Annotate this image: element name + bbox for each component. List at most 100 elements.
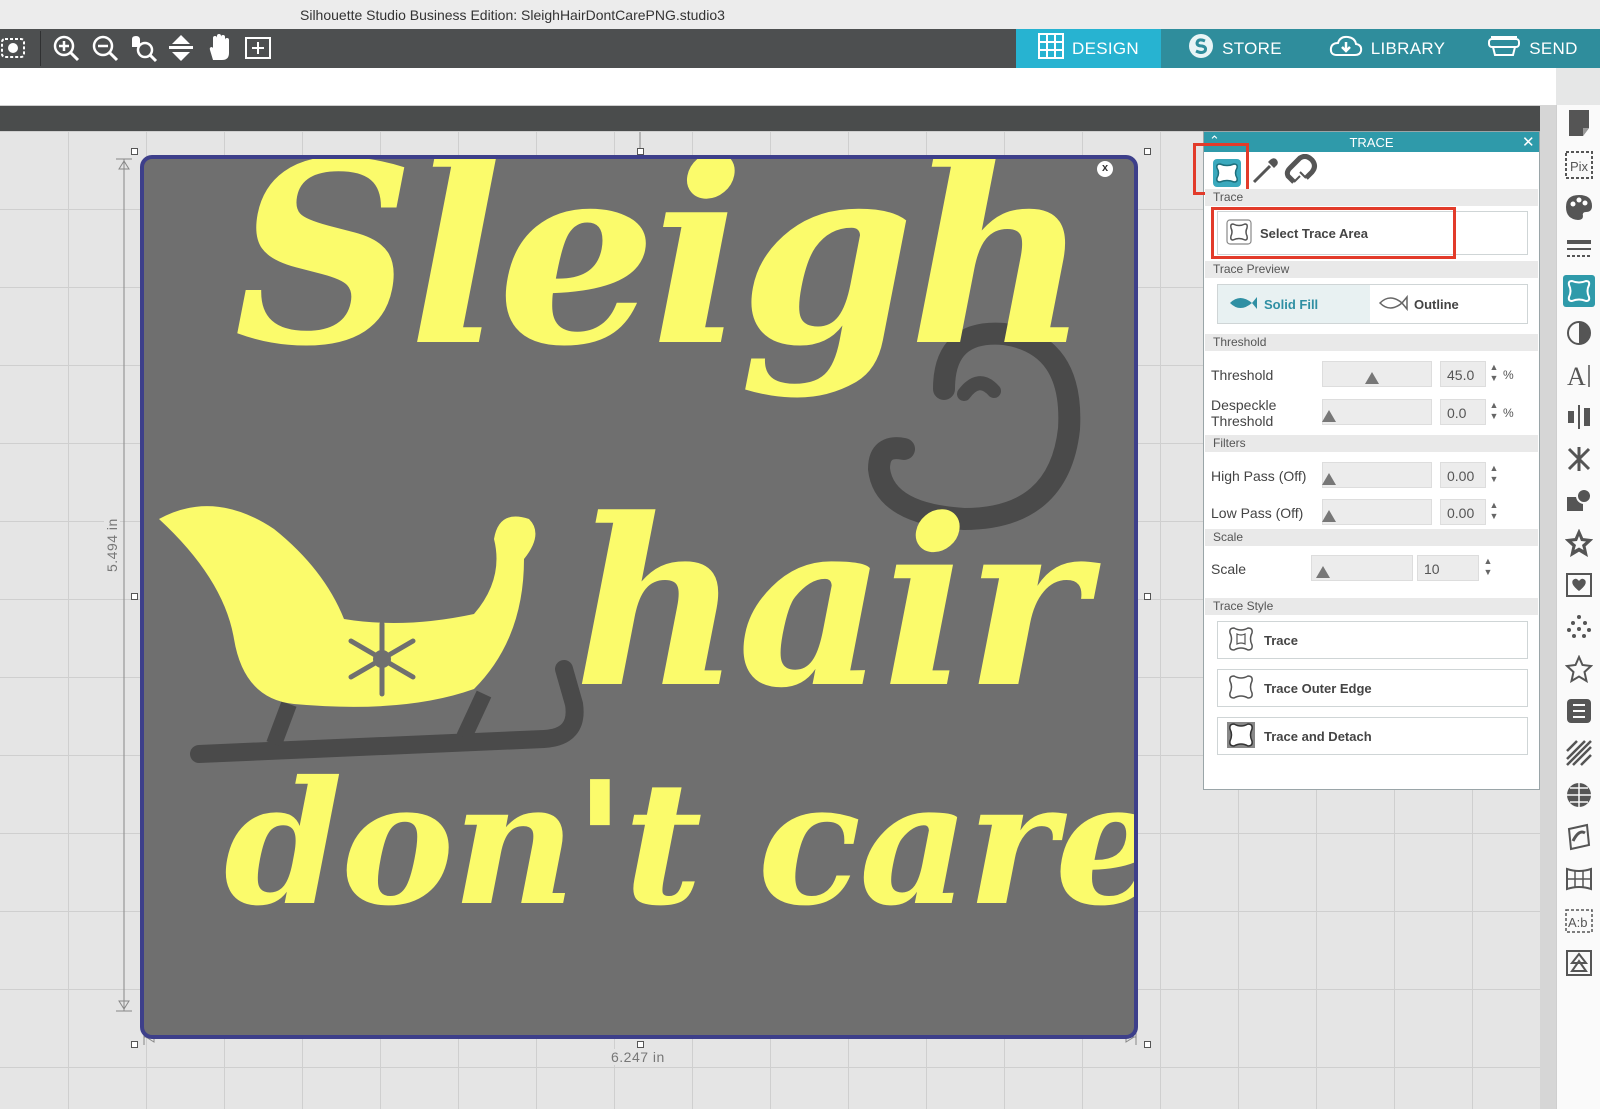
lettering-hair: hair: [574, 469, 1087, 739]
star-outline-icon[interactable]: [1563, 653, 1595, 685]
high-pass-label: High Pass (Off): [1211, 468, 1307, 484]
high-pass-slider-thumb[interactable]: [1322, 473, 1336, 485]
scale-slider[interactable]: [1311, 555, 1413, 581]
fish-outline-icon: [1378, 294, 1408, 315]
high-pass-stepper[interactable]: ▲ ▼: [1489, 463, 1499, 487]
print-cut-icon[interactable]: [1563, 821, 1595, 853]
trace-outer-edge-button[interactable]: Trace Outer Edge: [1217, 669, 1528, 707]
sketch-dots-icon[interactable]: [1563, 611, 1595, 643]
trace-and-detach-label: Trace and Detach: [1264, 728, 1372, 744]
resize-handle-right[interactable]: [1144, 593, 1151, 600]
tab-design[interactable]: DESIGN: [1016, 29, 1161, 68]
trace-outer-edge-icon: [1226, 673, 1256, 704]
library-heart-icon[interactable]: [1563, 569, 1595, 601]
window-title: Silhouette Studio Business Edition: Slei…: [300, 7, 725, 23]
close-panel-icon[interactable]: ✕: [1522, 133, 1535, 151]
scale-value-field[interactable]: 10: [1417, 555, 1479, 581]
despeckle-slider[interactable]: [1322, 399, 1432, 425]
text-style-icon[interactable]: A: [1563, 359, 1595, 391]
right-tool-panel: Pix A A:b: [1556, 105, 1600, 1109]
outline-option[interactable]: Outline: [1370, 285, 1527, 323]
trace-and-detach-button[interactable]: Trace and Detach: [1217, 717, 1528, 755]
despeckle-slider-thumb[interactable]: [1322, 410, 1336, 422]
trace-label: Trace: [1264, 632, 1298, 648]
modify-icon[interactable]: [1563, 485, 1595, 517]
nesting-icon[interactable]: [1563, 863, 1595, 895]
low-pass-slider[interactable]: [1322, 499, 1432, 525]
tab-store-label: STORE: [1222, 38, 1282, 58]
offset-star-icon[interactable]: [1563, 527, 1595, 559]
resize-handle-bl[interactable]: [131, 1041, 138, 1048]
resize-handle-top[interactable]: [637, 148, 644, 155]
select-mode-icon[interactable]: [0, 33, 30, 63]
tab-library[interactable]: LIBRARY: [1309, 29, 1465, 68]
resize-handle-left[interactable]: [131, 593, 138, 600]
resize-handle-bottom[interactable]: [637, 1041, 644, 1048]
trace-panel-icon[interactable]: [1563, 275, 1595, 307]
high-pass-slider[interactable]: [1322, 462, 1432, 488]
low-pass-label: Low Pass (Off): [1211, 505, 1304, 521]
section-threshold: Threshold: [1205, 334, 1538, 351]
resize-handle-br[interactable]: [1144, 1041, 1151, 1048]
despeckle-value-field[interactable]: 0.0: [1440, 399, 1486, 425]
top-toolbar: DESIGN STORE LIBRARY SEND: [0, 29, 1600, 68]
resize-handle-tl[interactable]: [131, 148, 138, 155]
trace-panel: ⌃ TRACE ✕ Trace Select Trace Area Trace …: [1193, 131, 1540, 790]
hatch-fill-icon[interactable]: [1563, 737, 1595, 769]
page-setup-icon[interactable]: [1563, 107, 1595, 139]
scale-slider-thumb[interactable]: [1316, 566, 1330, 578]
store-logo-icon: [1188, 33, 1214, 64]
fit-to-page-icon[interactable]: [166, 33, 196, 63]
despeckle-stepper[interactable]: ▲ ▼: [1489, 400, 1499, 424]
replicate-icon[interactable]: [1563, 443, 1595, 475]
delete-object-button[interactable]: x: [1097, 161, 1113, 177]
ruler-strip: [0, 106, 1556, 131]
pixscan-icon[interactable]: Pix: [1563, 149, 1595, 181]
align-icon[interactable]: [1563, 401, 1595, 433]
vertical-scrollbar[interactable]: [1540, 105, 1556, 1109]
zoom-in-icon[interactable]: [51, 33, 81, 63]
solid-fill-option[interactable]: Solid Fill: [1218, 285, 1370, 323]
high-pass-value-field[interactable]: 0.00: [1440, 462, 1486, 488]
scale-label: Scale: [1211, 561, 1247, 577]
fill-palette-icon[interactable]: [1563, 191, 1595, 223]
weld-icon[interactable]: [1563, 695, 1595, 727]
despeckle-label-line2: Threshold: [1211, 413, 1274, 429]
design-grid-icon: [1038, 33, 1064, 64]
low-pass-stepper[interactable]: ▲ ▼: [1489, 500, 1499, 524]
tab-store[interactable]: STORE: [1161, 29, 1309, 68]
low-pass-slider-thumb[interactable]: [1322, 510, 1336, 522]
grid-globe-icon[interactable]: [1563, 779, 1595, 811]
trace-button[interactable]: Trace: [1217, 621, 1528, 659]
threshold-slider[interactable]: [1322, 361, 1432, 387]
transparency-icon[interactable]: [1563, 317, 1595, 349]
traced-image[interactable]: Sleigh hair don't care! x: [140, 155, 1138, 1039]
lettering-sleigh: Sleigh: [234, 155, 1090, 401]
layers-icon[interactable]: [1563, 947, 1595, 979]
threshold-unit: %: [1503, 368, 1514, 382]
fish-solid-icon: [1228, 294, 1258, 315]
resize-handle-tr[interactable]: [1144, 148, 1151, 155]
section-scale: Scale: [1205, 529, 1538, 546]
threshold-value-field[interactable]: 45.0: [1440, 361, 1486, 387]
section-trace-style: Trace Style: [1205, 598, 1538, 615]
threshold-stepper[interactable]: ▲ ▼: [1489, 362, 1499, 386]
zoom-selection-icon[interactable]: [128, 33, 158, 63]
low-pass-value-field[interactable]: 0.00: [1440, 499, 1486, 525]
lettering-dont-care: don't care!: [224, 744, 1138, 944]
pan-hand-icon[interactable]: [204, 33, 234, 63]
line-style-icon[interactable]: [1563, 233, 1595, 265]
scale-stepper[interactable]: ▲ ▼: [1483, 556, 1493, 580]
svg-text:A: A: [1567, 362, 1586, 389]
eyedropper-icon[interactable]: [1250, 156, 1280, 191]
center-view-icon[interactable]: [243, 33, 273, 63]
text-to-path-icon[interactable]: A:b: [1563, 905, 1595, 937]
cloud-download-icon: [1329, 33, 1363, 64]
outline-label: Outline: [1414, 296, 1459, 312]
trace-panel-header[interactable]: ⌃ TRACE ✕: [1204, 132, 1539, 152]
threshold-slider-thumb[interactable]: [1365, 372, 1379, 384]
zoom-out-icon[interactable]: [90, 33, 120, 63]
magnet-icon[interactable]: [1284, 153, 1318, 193]
tab-send[interactable]: SEND: [1465, 29, 1600, 68]
tab-send-label: SEND: [1529, 38, 1578, 58]
